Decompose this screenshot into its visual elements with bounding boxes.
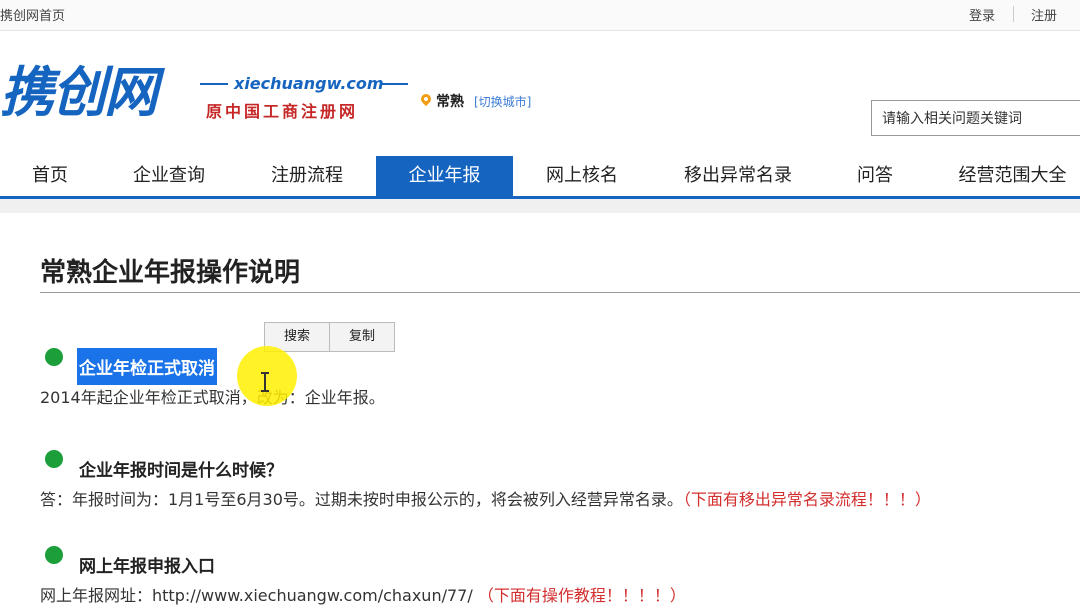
- login-link[interactable]: 登录: [969, 5, 995, 24]
- nav-item-qa[interactable]: 问答: [825, 156, 925, 196]
- city-name: 常熟: [436, 94, 464, 110]
- title-divider: [40, 292, 1080, 293]
- section-note: （下面有移出异常名录流程！！！）: [682, 490, 931, 509]
- bullet-icon: [45, 348, 63, 366]
- section-heading: 企业年报时间是什么时候？: [79, 461, 283, 481]
- bullet-icon: [45, 450, 63, 468]
- section-body: 答：年报时间为：1月1号至6月30号。过期未按时申报公示的，将会被列入经营异常名…: [40, 486, 931, 510]
- logo-dash-right: [380, 83, 408, 85]
- section-heading: 网上年报申报入口: [79, 557, 215, 577]
- nav-item-home[interactable]: 首页: [0, 156, 100, 196]
- nav-item-annual-report[interactable]: 企业年报: [376, 156, 513, 196]
- nav-shadow-band: [0, 199, 1080, 213]
- search-box: [871, 100, 1080, 137]
- home-link[interactable]: 携创网首页: [0, 5, 65, 24]
- logo-url: xiechuangw.com: [234, 74, 384, 93]
- section-body-text: 网上年报网址：http://www.xiechuangw.com/chaxun/…: [40, 586, 473, 605]
- section-body-text: 答：年报时间为：1月1号至6月30号。过期未按时申报公示的，将会被列入经营异常名…: [40, 490, 683, 509]
- top-bar: 携创网首页 登录 注册: [0, 0, 1080, 31]
- switch-city-link[interactable]: [切换城市]: [474, 93, 531, 110]
- nav-item-remove-abnormal[interactable]: 移出异常名录: [651, 156, 825, 196]
- logo-url-line: xiechuangw.com: [200, 74, 410, 94]
- nav-item-registration[interactable]: 注册流程: [238, 156, 376, 196]
- bullet-icon: [45, 546, 63, 564]
- cursor-highlight: [237, 346, 297, 406]
- nav-item-business-scope[interactable]: 经营范围大全: [925, 156, 1080, 196]
- popup-copy-button[interactable]: 复制: [329, 323, 394, 351]
- top-divider: [1013, 6, 1014, 22]
- section-body: 网上年报网址：http://www.xiechuangw.com/chaxun/…: [40, 582, 686, 606]
- section-note: （下面有操作教程！！！！）: [477, 586, 686, 605]
- nav-item-company-search[interactable]: 企业查询: [100, 156, 238, 196]
- section-heading[interactable]: 企业年检正式取消: [77, 348, 217, 385]
- nav-item-name-check[interactable]: 网上核名: [513, 156, 651, 196]
- logo-dash-left: [200, 83, 228, 85]
- location-pin-icon: [418, 91, 434, 107]
- search-input[interactable]: [872, 101, 1080, 137]
- register-link[interactable]: 注册: [1031, 5, 1057, 24]
- text-cursor-icon: [261, 372, 269, 392]
- logo-subtitle: 原中国工商注册网: [206, 102, 359, 121]
- site-logo[interactable]: 携创网: [0, 62, 158, 124]
- section-body: 2014年起企业年检正式取消，改为：企业年报。: [40, 388, 385, 407]
- selection-popup: 搜索 复制: [264, 322, 395, 352]
- page-title: 常熟企业年报操作说明: [40, 258, 301, 288]
- main-nav: 首页 企业查询 注册流程 企业年报 网上核名 移出异常名录 问答 经营范围大全: [0, 156, 1080, 199]
